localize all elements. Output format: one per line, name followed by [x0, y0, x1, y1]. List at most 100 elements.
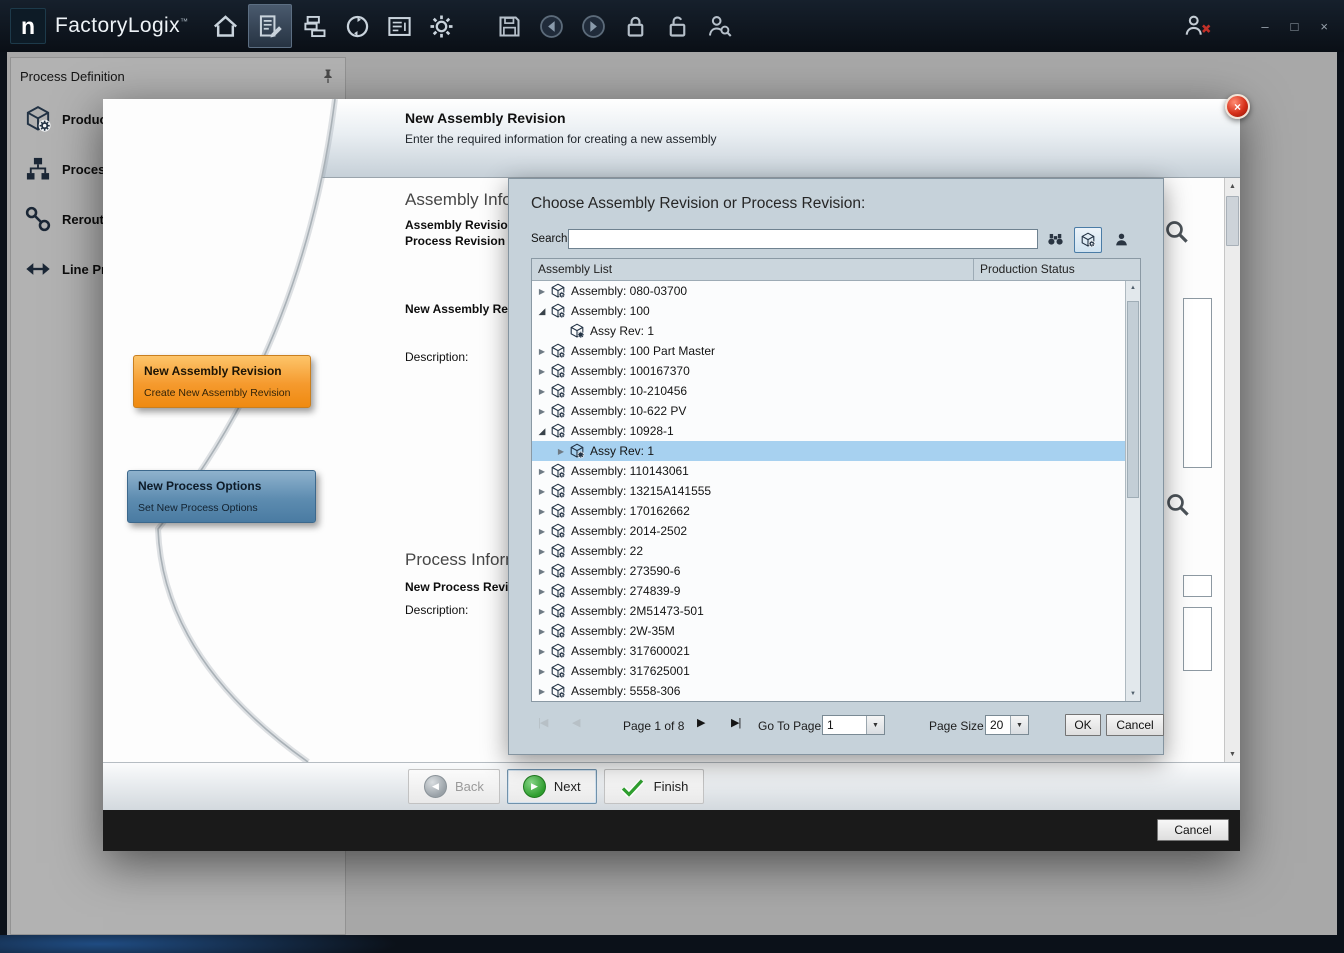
expander-icon[interactable]: ◢ [536, 306, 548, 317]
scroll-down-icon[interactable]: ▼ [1225, 746, 1240, 762]
expander-icon[interactable]: ▶ [536, 607, 548, 616]
documents-icon[interactable] [380, 6, 418, 46]
pager-last-icon[interactable]: ▶| [731, 718, 740, 729]
goto-page-combo[interactable]: 1 ▼ [822, 715, 885, 735]
save-icon[interactable] [490, 6, 528, 46]
process-definition-icon[interactable] [248, 4, 292, 48]
tree-row[interactable]: ▶ Assembly: 170162662 [532, 501, 1125, 521]
column-header-assembly-list[interactable]: Assembly List [532, 259, 974, 280]
expander-icon[interactable]: ▶ [536, 367, 548, 376]
production-icon[interactable] [296, 6, 334, 46]
tree-row[interactable]: ◢ Assembly: 100 [532, 301, 1125, 321]
minimize-button[interactable]: – [1261, 20, 1268, 33]
status-bar [0, 935, 1344, 953]
chevron-down-icon[interactable]: ▼ [1010, 716, 1028, 734]
tree-row[interactable]: ◢ Assembly: 10928-1 [532, 421, 1125, 441]
ok-button[interactable]: OK [1065, 714, 1101, 736]
expander-icon[interactable]: ▶ [536, 527, 548, 536]
next-button[interactable]: ▶ Next [507, 769, 597, 804]
step-new-process-options[interactable]: New Process Options Set New Process Opti… [127, 470, 316, 523]
assembly-revision-field[interactable] [1183, 298, 1212, 468]
expander-icon[interactable]: ◢ [536, 426, 548, 437]
search-input[interactable] [568, 229, 1038, 249]
maximize-button[interactable]: □ [1291, 20, 1299, 33]
scroll-up-icon[interactable]: ▲ [1225, 178, 1240, 194]
process-revision-field[interactable] [1183, 575, 1212, 597]
user-logout-icon[interactable] [1181, 13, 1213, 39]
scroll-thumb[interactable] [1127, 301, 1139, 498]
expander-icon[interactable]: ▶ [536, 567, 548, 576]
binoculars-icon[interactable] [1043, 229, 1067, 251]
pager-prev-icon[interactable]: ◀ [572, 718, 579, 729]
tree-row[interactable]: ▶ Assembly: 317600021 [532, 641, 1125, 661]
assembly-icon [550, 683, 566, 699]
page-size-combo[interactable]: 20 ▼ [985, 715, 1029, 735]
pager-next-icon[interactable]: ▶ [697, 718, 704, 729]
tree-row[interactable]: ▶ Assembly: 2W-35M [532, 621, 1125, 641]
chooser-cancel-button[interactable]: Cancel [1106, 714, 1164, 736]
scroll-down-icon[interactable]: ▼ [1126, 687, 1140, 701]
expander-icon[interactable]: ▶ [555, 447, 567, 456]
grid-scrollbar[interactable]: ▲ ▼ [1125, 281, 1140, 701]
tree-row[interactable]: ▶ Assembly: 10-210456 [532, 381, 1125, 401]
tree-row[interactable]: ▶ Assembly: 100167370 [532, 361, 1125, 381]
tree-row[interactable]: ▶ Assembly: 317625001 [532, 661, 1125, 681]
expander-icon[interactable]: ▶ [536, 287, 548, 296]
expander-icon[interactable]: ▶ [536, 487, 548, 496]
pager-first-icon[interactable]: |◀ [538, 718, 547, 729]
expander-icon[interactable]: ▶ [536, 627, 548, 636]
tree-row[interactable]: ▶ Assembly: 274839-9 [532, 581, 1125, 601]
scroll-up-icon[interactable]: ▲ [1126, 281, 1140, 295]
pin-icon[interactable] [321, 68, 335, 84]
dialog-scrollbar[interactable]: ▲ ▼ [1224, 178, 1240, 762]
settings-icon[interactable] [422, 6, 460, 46]
expander-icon[interactable]: ▶ [536, 387, 548, 396]
tree-row[interactable]: ▶ Assembly: 273590-6 [532, 561, 1125, 581]
process-search-button[interactable] [1164, 491, 1191, 523]
expander-icon[interactable]: ▶ [536, 467, 548, 476]
column-header-production-status[interactable]: Production Status [974, 259, 1140, 280]
user-search-icon[interactable] [700, 6, 738, 46]
tree-row[interactable]: ▶ Assembly: 10-622 PV [532, 401, 1125, 421]
finish-button[interactable]: Finish [604, 769, 705, 804]
expander-icon[interactable]: ▶ [536, 647, 548, 656]
tree-row[interactable]: ▶ Assembly: 100 Part Master [532, 341, 1125, 361]
scroll-thumb[interactable] [1226, 196, 1239, 246]
expander-icon[interactable]: ▶ [536, 667, 548, 676]
step-new-assembly-revision[interactable]: New Assembly Revision Create New Assembl… [133, 355, 311, 408]
step-description: Create New Assembly Revision [144, 387, 300, 399]
tree-row[interactable]: ▶ Assembly: 110143061 [532, 461, 1125, 481]
tree-row[interactable]: ▶ Assembly: 22 [532, 541, 1125, 561]
lock-icon[interactable] [616, 6, 654, 46]
grid-header: Assembly List Production Status [532, 259, 1140, 281]
tree-row[interactable]: ▶ Assembly: 2M51473-501 [532, 601, 1125, 621]
tree-row[interactable]: Assy Rev: 1 [532, 321, 1125, 341]
topbar: n FactoryLogix™ – □ × [0, 0, 1344, 52]
dialog-close-button[interactable]: × [1225, 94, 1250, 119]
back-button[interactable]: ◀ Back [408, 769, 500, 804]
expander-icon[interactable]: ▶ [536, 687, 548, 696]
expander-icon[interactable]: ▶ [536, 347, 548, 356]
back-arrow-icon: ◀ [424, 775, 447, 798]
assembly-filter-icon[interactable] [1074, 227, 1102, 253]
person-filter-icon[interactable] [1109, 229, 1133, 251]
dialog-cancel-button[interactable]: Cancel [1157, 819, 1229, 841]
tree-row[interactable]: ▶ Assembly: 2014-2502 [532, 521, 1125, 541]
tree-row[interactable]: ▶ Assy Rev: 1 [532, 441, 1125, 461]
expander-icon[interactable]: ▶ [536, 507, 548, 516]
back-icon[interactable] [532, 6, 570, 46]
tree-row[interactable]: ▶ Assembly: 080-03700 [532, 281, 1125, 301]
unlock-icon[interactable] [658, 6, 696, 46]
chevron-down-icon[interactable]: ▼ [866, 716, 884, 734]
process-description-field[interactable] [1183, 607, 1212, 671]
assembly-search-button[interactable] [1163, 218, 1190, 250]
expander-icon[interactable]: ▶ [536, 407, 548, 416]
expander-icon[interactable]: ▶ [536, 547, 548, 556]
tree-row[interactable]: ▶ Assembly: 13215A141555 [532, 481, 1125, 501]
home-icon[interactable] [206, 6, 244, 46]
expander-icon[interactable]: ▶ [536, 587, 548, 596]
window-close-button[interactable]: × [1320, 20, 1328, 33]
navigation-icon[interactable] [338, 6, 376, 46]
forward-icon[interactable] [574, 6, 612, 46]
tree-row[interactable]: ▶ Assembly: 5558-306 [532, 681, 1125, 701]
